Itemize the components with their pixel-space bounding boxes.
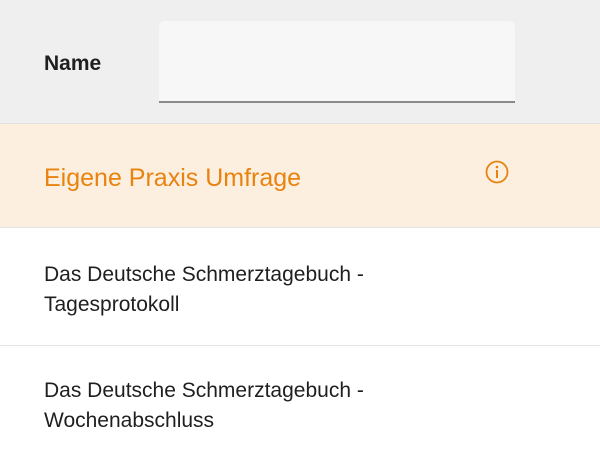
- list-item-label: Das Deutsche Schmerztagebuch - Tagesprot…: [44, 260, 544, 320]
- info-icon[interactable]: [484, 159, 510, 185]
- list-item-label-line1: Das Deutsche Schmerztagebuch -: [44, 379, 364, 402]
- survey-list-panel: Name Eigene Praxis Umfrage Das Deutsche …: [0, 0, 600, 450]
- list-item-label-line1: Das Deutsche Schmerztagebuch -: [44, 263, 364, 286]
- name-filter-row: Name: [0, 0, 600, 124]
- list-item-label-line2: Tagesprotokoll: [44, 293, 180, 316]
- list-item-label-line2: Wochenabschluss: [44, 409, 215, 432]
- list-item-label: Das Deutsche Schmerztagebuch - Wochenabs…: [44, 376, 544, 436]
- list-item-wochenabschluss[interactable]: Das Deutsche Schmerztagebuch - Wochenabs…: [0, 346, 600, 450]
- list-item-tagesprotokoll[interactable]: Das Deutsche Schmerztagebuch - Tagesprot…: [0, 228, 600, 346]
- list-item-label: Eigene Praxis Umfrage: [44, 164, 302, 192]
- name-filter-input[interactable]: [159, 21, 515, 103]
- list-item-eigene-praxis-umfrage[interactable]: Eigene Praxis Umfrage: [0, 124, 600, 228]
- name-filter-label: Name: [44, 52, 102, 75]
